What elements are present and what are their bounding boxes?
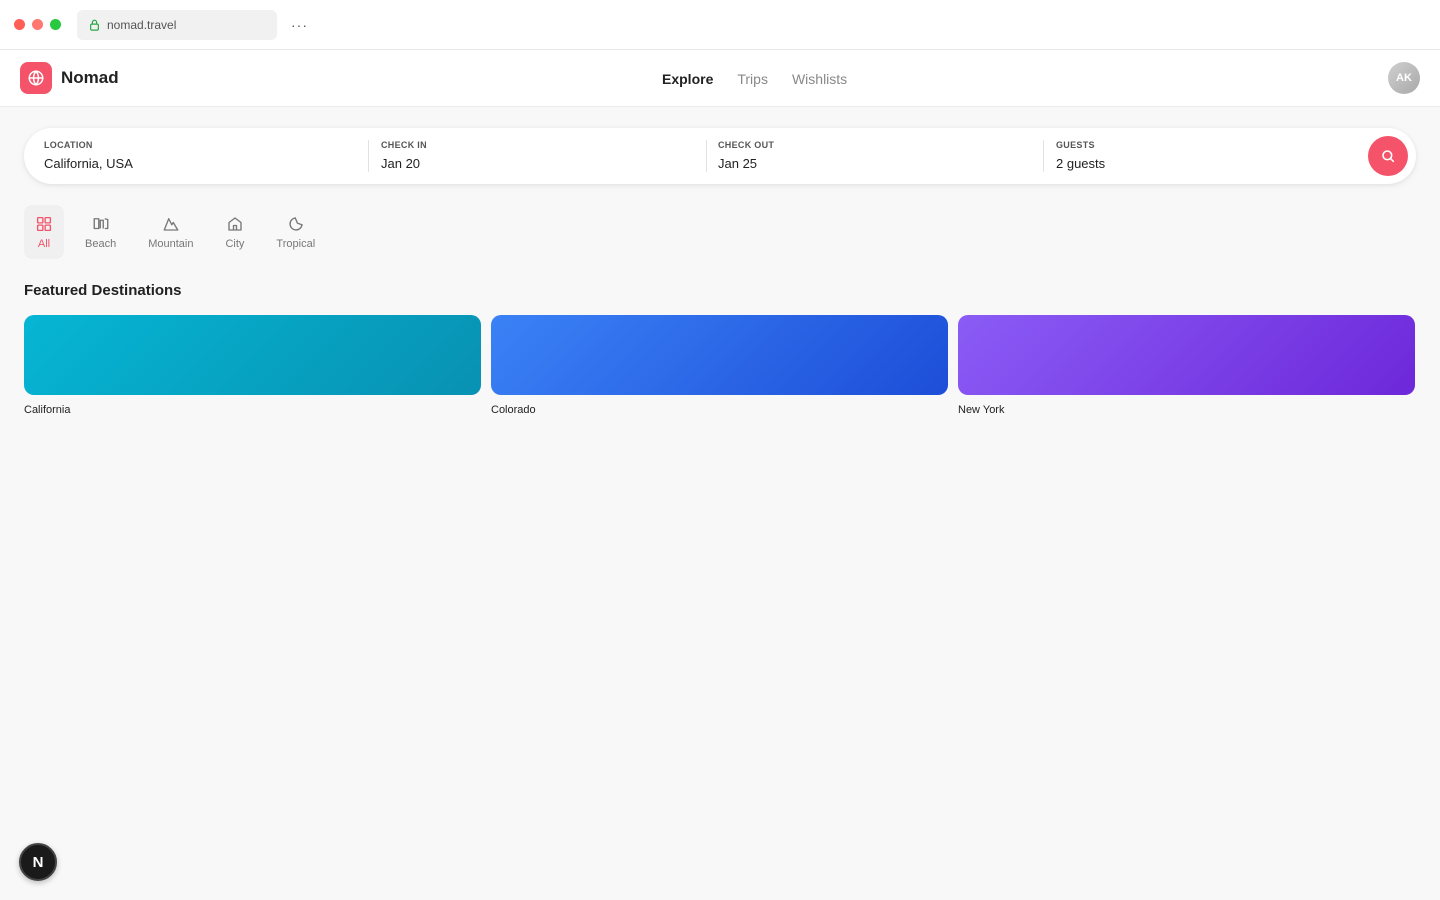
brand[interactable]: Nomad [20,62,119,94]
lock-icon [90,19,99,31]
guests-field[interactable]: GUESTS 2 guests [1056,128,1346,184]
dev-tools-badge[interactable]: N [19,843,57,881]
destination-image [958,315,1415,395]
destination-image [491,315,948,395]
category-mountain[interactable]: Mountain [137,205,204,259]
destination-name: New York [958,404,1005,416]
destination-card-california[interactable]: California [24,315,481,416]
home-icon [228,216,242,231]
checkin-label: CHECK IN [381,140,427,150]
nav-explore[interactable]: Explore [662,71,713,87]
destination-image [24,315,481,395]
category-city[interactable]: City [214,205,255,259]
destination-cards: California Colorado New York [24,315,1415,416]
search-button[interactable] [1368,136,1408,176]
location-value: California, USA [44,156,133,171]
divider [706,140,707,172]
category-label: Mountain [148,237,194,250]
location-field[interactable]: LOCATION California, USA [44,128,364,184]
category-label: City [225,237,245,250]
app-header: Nomad Explore Trips Wishlists AK [0,50,1440,107]
divider [368,140,369,172]
section-title: Featured Destinations [24,282,182,299]
location-label: LOCATION [44,140,93,150]
category-label: All [37,237,51,250]
category-label: Tropical [276,237,316,250]
destination-card-new-york[interactable]: New York [958,315,1415,416]
url-text: nomad.travel [107,17,177,32]
minimize-window-button[interactable] [32,19,43,30]
guests-value: 2 guests [1056,156,1106,171]
category-tropical[interactable]: Tropical [265,205,326,259]
divider [1043,140,1044,172]
category-filters: All Beach Mountain City Tropical [24,205,326,259]
category-label: Beach [85,237,117,250]
checkout-label: CHECK OUT [718,140,775,150]
category-beach[interactable]: Beach [74,205,127,259]
maximize-window-button[interactable] [50,19,61,30]
mountain-icon [163,217,179,231]
globe-icon [20,62,52,94]
user-avatar[interactable]: AK [1388,62,1420,94]
grid-icon [36,216,52,231]
checkin-field[interactable]: CHECK IN Jan 20 [381,128,701,184]
main-nav: Explore Trips Wishlists [662,50,847,107]
category-all[interactable]: All [24,205,64,259]
address-bar[interactable]: nomad.travel [77,9,277,40]
nav-wishlists[interactable]: Wishlists [792,71,847,87]
search-bar: LOCATION California, USA CHECK IN Jan 20… [24,128,1416,184]
beach-icon [93,217,109,229]
destination-name: California [24,404,71,416]
destination-name: Colorado [491,404,536,416]
close-window-button[interactable] [14,19,25,30]
search-icon [1382,150,1395,163]
checkout-field[interactable]: CHECK OUT Jan 25 [718,128,1038,184]
tropical-icon [289,216,303,231]
checkin-value: Jan 20 [381,156,421,171]
window-controls [14,19,61,30]
more-options-button[interactable]: ··· [291,17,308,33]
nav-trips[interactable]: Trips [737,71,768,87]
brand-name: Nomad [61,68,119,87]
browser-toolbar: nomad.travel ··· [0,0,1440,50]
destination-card-colorado[interactable]: Colorado [491,315,948,416]
checkout-value: Jan 25 [718,156,758,171]
guests-label: GUESTS [1056,140,1095,150]
